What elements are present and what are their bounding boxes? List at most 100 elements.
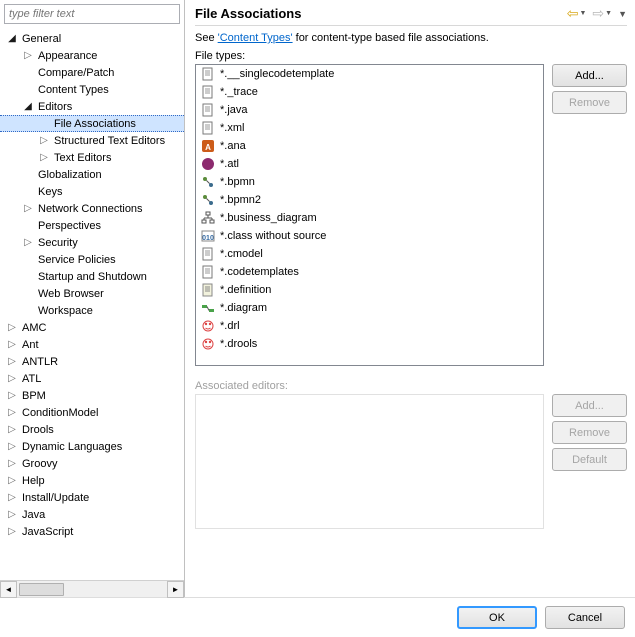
scroll-thumb[interactable] — [19, 583, 64, 596]
content-types-link[interactable]: 'Content Types' — [218, 32, 293, 44]
tree-item[interactable]: Compare/Patch — [0, 64, 184, 81]
tree-item[interactable]: ▷JavaScript — [0, 523, 184, 540]
tree-item-label: Text Editors — [52, 152, 111, 164]
collapse-icon[interactable]: ▷ — [4, 458, 20, 469]
tree-item[interactable]: ▷ConditionModel — [0, 404, 184, 421]
collapse-icon[interactable]: ▷ — [20, 50, 36, 61]
tree-item[interactable]: Perspectives — [0, 217, 184, 234]
collapse-icon[interactable]: ▷ — [4, 492, 20, 503]
file-type-item[interactable]: *.cmodel — [196, 245, 543, 263]
horizontal-scrollbar[interactable]: ◄ ► — [0, 580, 184, 597]
file-type-item[interactable]: *.diagram — [196, 299, 543, 317]
tree-item[interactable]: ◢General — [0, 30, 184, 47]
tree-item[interactable]: ▷Help — [0, 472, 184, 489]
tree-item[interactable]: ▷Groovy — [0, 455, 184, 472]
diagram-file-icon — [200, 300, 216, 316]
collapse-icon[interactable]: ▷ — [20, 203, 36, 214]
tree-item[interactable]: ▷BPM — [0, 387, 184, 404]
text-file-icon — [200, 84, 216, 100]
remove-filetype-button[interactable]: Remove — [552, 91, 627, 114]
collapse-icon[interactable]: ▷ — [36, 152, 52, 163]
tree-item[interactable]: ▷Text Editors — [0, 149, 184, 166]
file-type-item[interactable]: 010*.class without source — [196, 227, 543, 245]
collapse-icon[interactable]: ▷ — [4, 424, 20, 435]
tree-item[interactable]: Keys — [0, 183, 184, 200]
scroll-right-icon[interactable]: ► — [167, 581, 184, 598]
tree-item[interactable]: Web Browser — [0, 285, 184, 302]
collapse-icon[interactable]: ▷ — [4, 475, 20, 486]
tree-item[interactable]: File Associations — [0, 115, 184, 132]
collapse-icon[interactable]: ▷ — [4, 526, 20, 537]
add-filetype-button[interactable]: Add... — [552, 64, 627, 87]
menu-dropdown-icon[interactable]: ▼ — [618, 9, 627, 19]
tree-item[interactable]: Globalization — [0, 166, 184, 183]
scroll-left-icon[interactable]: ◄ — [0, 581, 17, 598]
file-type-label: *.business_diagram — [220, 212, 317, 224]
file-type-item[interactable]: *.codetemplates — [196, 263, 543, 281]
file-type-item[interactable]: *.drl — [196, 317, 543, 335]
text-file-icon — [200, 66, 216, 82]
file-type-item[interactable]: *.bpmn — [196, 173, 543, 191]
file-type-label: *.ana — [220, 140, 246, 152]
remove-editor-button[interactable]: Remove — [552, 421, 627, 444]
panel-header: File Associations ⇦ ▼ ⇨ ▼ ▼ — [195, 4, 627, 26]
tree-item[interactable]: ◢Editors — [0, 98, 184, 115]
tree-item[interactable]: ▷Install/Update — [0, 489, 184, 506]
collapse-icon[interactable]: ▷ — [4, 441, 20, 452]
file-type-item[interactable]: *.java — [196, 101, 543, 119]
file-type-item[interactable]: *.business_diagram — [196, 209, 543, 227]
collapse-icon[interactable]: ▷ — [4, 339, 20, 350]
file-type-item[interactable]: *.definition — [196, 281, 543, 299]
filter-text-input[interactable] — [4, 4, 180, 24]
tree-item[interactable]: ▷Dynamic Languages — [0, 438, 184, 455]
file-type-item[interactable]: A *.ana — [196, 137, 543, 155]
collapse-icon[interactable]: ▷ — [20, 237, 36, 248]
tree-item[interactable]: ▷Drools — [0, 421, 184, 438]
collapse-icon[interactable]: ▷ — [4, 407, 20, 418]
forward-button[interactable]: ⇨ ▼ — [591, 4, 613, 23]
file-type-label: *.java — [220, 104, 248, 116]
svg-text:A: A — [205, 143, 211, 152]
file-type-item[interactable]: *._trace — [196, 83, 543, 101]
tree-item[interactable]: ▷ATL — [0, 370, 184, 387]
tree-item-label: Compare/Patch — [36, 67, 114, 79]
file-type-item[interactable]: *.bpmn2 — [196, 191, 543, 209]
collapse-icon[interactable]: ▷ — [4, 390, 20, 401]
tree-item-label: Java — [20, 509, 45, 521]
scroll-track[interactable] — [17, 581, 167, 598]
file-type-item[interactable]: *.drools — [196, 335, 543, 353]
tree-item[interactable]: ▷Ant — [0, 336, 184, 353]
file-type-item[interactable]: *.__singlecodetemplate — [196, 65, 543, 83]
file-types-list[interactable]: *.__singlecodetemplate*._trace *.java *.xm… — [195, 64, 544, 366]
ok-button[interactable]: OK — [457, 606, 537, 629]
file-type-item[interactable]: *.atl — [196, 155, 543, 173]
back-button[interactable]: ⇦ ▼ — [566, 4, 588, 23]
collapse-icon[interactable]: ▷ — [4, 356, 20, 367]
tree-item[interactable]: Content Types — [0, 81, 184, 98]
preferences-tree[interactable]: ◢General▷Appearance Compare/Patch Content … — [0, 28, 184, 580]
expand-icon[interactable]: ◢ — [20, 101, 36, 112]
tree-item[interactable]: ▷AMC — [0, 319, 184, 336]
collapse-icon[interactable]: ▷ — [4, 373, 20, 384]
tree-item[interactable]: Startup and Shutdown — [0, 268, 184, 285]
collapse-icon[interactable]: ▷ — [4, 509, 20, 520]
default-editor-button[interactable]: Default — [552, 448, 627, 471]
tree-item[interactable]: ▷Network Connections — [0, 200, 184, 217]
tree-item[interactable]: ▷Java — [0, 506, 184, 523]
cancel-button[interactable]: Cancel — [545, 606, 625, 629]
tree-item[interactable]: ▷Security — [0, 234, 184, 251]
tree-item[interactable]: Workspace — [0, 302, 184, 319]
tree-item[interactable]: ▷ANTLR — [0, 353, 184, 370]
collapse-icon[interactable]: ▷ — [4, 322, 20, 333]
tree-item[interactable]: Service Policies — [0, 251, 184, 268]
collapse-icon[interactable]: ▷ — [36, 135, 52, 146]
add-editor-button[interactable]: Add... — [552, 394, 627, 417]
tree-item-label: Workspace — [36, 305, 93, 317]
desc-prefix: See — [195, 32, 218, 44]
file-type-item[interactable]: *.xml — [196, 119, 543, 137]
file-type-label: *.diagram — [220, 302, 267, 314]
tree-item[interactable]: ▷Appearance — [0, 47, 184, 64]
associated-editors-list[interactable] — [195, 394, 544, 529]
expand-icon[interactable]: ◢ — [4, 33, 20, 44]
tree-item[interactable]: ▷Structured Text Editors — [0, 132, 184, 149]
